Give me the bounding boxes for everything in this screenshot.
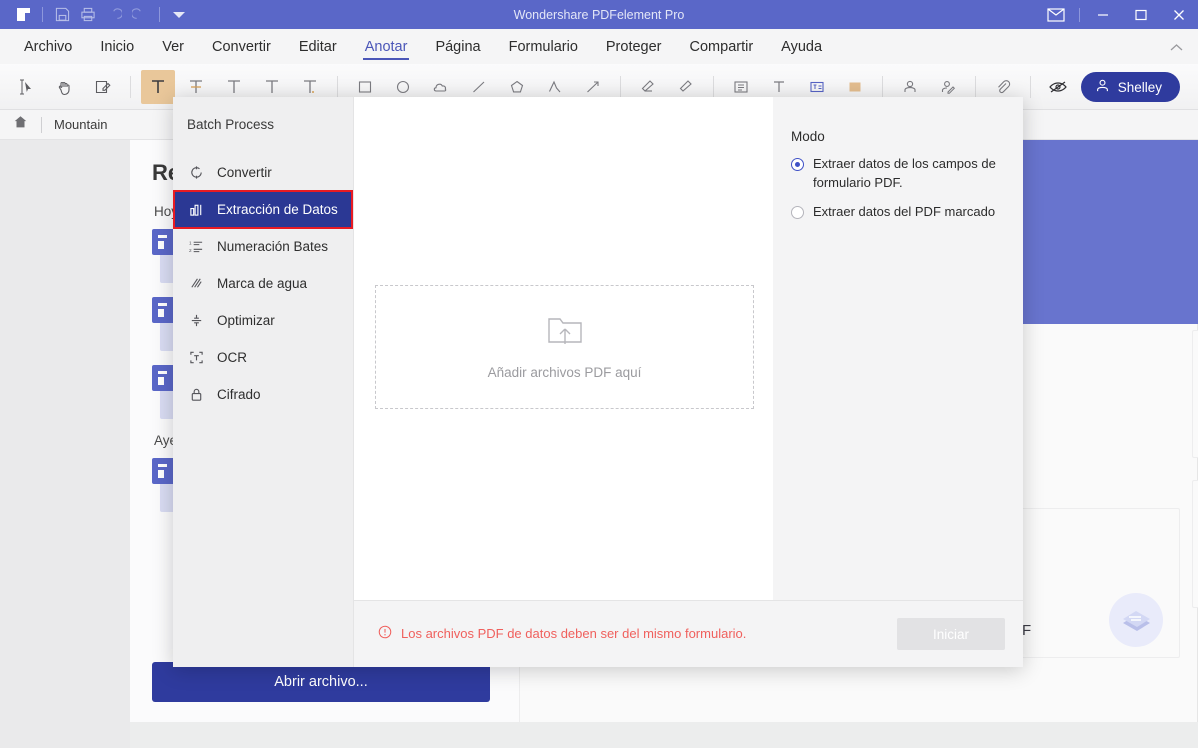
dialog-options-panel: Modo Extraer datos de los campos de form…	[774, 97, 1023, 600]
note-edit-icon[interactable]	[86, 70, 120, 104]
watermark-icon	[188, 275, 205, 292]
sidebar-item-label: Convertir	[217, 165, 272, 180]
encrypt-lock-icon	[188, 386, 205, 403]
dialog-title: Batch Process	[187, 117, 275, 132]
menu-item-convertir[interactable]: Convertir	[198, 29, 285, 64]
sidebar-item-convertir[interactable]: Convertir	[173, 154, 353, 191]
mode-option-label: Extraer datos de los campos de formulari…	[813, 156, 996, 190]
sidebar-item-label: OCR	[217, 350, 247, 365]
mode-option-form-fields[interactable]: Extraer datos de los campos de formulari…	[791, 155, 1023, 193]
menu-item-pagina[interactable]: Página	[421, 29, 494, 64]
select-cursor-icon[interactable]	[10, 70, 44, 104]
hide-comments-icon[interactable]	[1041, 70, 1075, 104]
warning-circle-icon	[378, 625, 392, 642]
bates-numbering-icon: 12	[188, 238, 205, 255]
tool-card-right-top[interactable]	[1192, 330, 1198, 458]
divider	[713, 75, 714, 98]
svg-text:2: 2	[189, 248, 192, 253]
dialog-main-panel: Añadir archivos PDF aquí	[354, 97, 773, 600]
dialog-footer: Los archivos PDF de datos deben ser del …	[354, 600, 1023, 667]
minimize-button[interactable]	[1084, 0, 1122, 29]
save-icon[interactable]	[49, 4, 75, 26]
menu-item-editar[interactable]: Editar	[285, 29, 351, 64]
radio-button[interactable]	[791, 205, 804, 219]
sidebar-item-cifrado[interactable]: Cifrado	[173, 376, 353, 413]
sidebar-item-marca-de-agua[interactable]: Marca de agua	[173, 265, 353, 302]
divider	[620, 75, 621, 98]
warning-text: Los archivos PDF de datos deben ser del …	[401, 626, 747, 641]
sidebar-item-extraccion-de-datos[interactable]: Extracción de Datos	[173, 190, 353, 229]
sidebar-item-label: Optimizar	[217, 313, 275, 328]
file-dropzone[interactable]: Añadir archivos PDF aquí	[375, 285, 754, 409]
menu-item-compartir[interactable]: Compartir	[676, 29, 768, 64]
data-extraction-icon	[188, 201, 205, 218]
menu-item-formulario[interactable]: Formulario	[495, 29, 592, 64]
sidebar-item-label: Extracción de Datos	[217, 202, 338, 217]
user-account-button[interactable]: Shelley	[1080, 72, 1180, 102]
mode-option-marked-pdf[interactable]: Extraer datos del PDF marcado	[791, 203, 1023, 222]
window-controls	[1037, 0, 1198, 29]
menu-item-inicio[interactable]: Inicio	[86, 29, 148, 64]
undo-icon[interactable]	[101, 4, 127, 26]
mail-icon[interactable]	[1037, 0, 1075, 29]
dialog-sidebar: Batch Process Convertir Extracción de Da…	[173, 97, 354, 667]
sidebar-item-label: Cifrado	[217, 387, 261, 402]
menu-item-ayuda[interactable]: Ayuda	[767, 29, 836, 64]
chevron-up-icon[interactable]	[1168, 39, 1184, 55]
divider	[1030, 75, 1031, 98]
ocr-icon	[188, 349, 205, 366]
pdf-templates-icon	[1109, 593, 1163, 647]
redo-icon[interactable]	[127, 4, 153, 26]
warning-message: Los archivos PDF de datos deben ser del …	[378, 625, 746, 642]
optimize-icon	[188, 312, 205, 329]
highlight-text-icon[interactable]	[141, 69, 175, 104]
divider	[42, 7, 43, 22]
sidebar-item-numeracion-bates[interactable]: 12 Numeración Bates	[173, 228, 353, 265]
hand-icon[interactable]	[48, 70, 82, 104]
application-window: Wondershare PDFelement Pro Archivo Inici…	[0, 0, 1198, 748]
user-icon	[1095, 78, 1110, 96]
menu-bar: Archivo Inicio Ver Convertir Editar Anot…	[0, 29, 1198, 64]
mode-section-title: Modo	[791, 129, 825, 144]
quick-access-toolbar	[0, 4, 192, 26]
home-icon[interactable]	[12, 114, 29, 135]
divider	[41, 116, 42, 133]
sidebar-item-label: Marca de agua	[217, 276, 308, 291]
dropzone-label: Añadir archivos PDF aquí	[487, 365, 642, 380]
breadcrumb-current[interactable]: Mountain	[54, 117, 107, 132]
sidebar-item-optimizar[interactable]: Optimizar	[173, 302, 353, 339]
menu-item-archivo[interactable]: Archivo	[10, 29, 86, 64]
svg-text:1: 1	[189, 241, 192, 246]
menu-item-ver[interactable]: Ver	[148, 29, 198, 64]
convert-icon	[188, 164, 205, 181]
divider	[159, 7, 160, 22]
divider	[130, 75, 131, 98]
divider	[1079, 7, 1080, 22]
batch-process-dialog: ✕ Batch Process Convertir Extracción de …	[173, 97, 1023, 667]
print-icon[interactable]	[75, 4, 101, 26]
user-name-label: Shelley	[1117, 79, 1162, 95]
quick-access-dropdown-icon[interactable]	[166, 4, 192, 26]
logo-icon	[10, 4, 36, 26]
tool-card-right-bottom[interactable]	[1192, 480, 1198, 608]
menu-item-proteger[interactable]: Proteger	[592, 29, 676, 64]
divider	[975, 75, 976, 98]
menu-item-anotar[interactable]: Anotar	[351, 29, 422, 64]
left-rail	[0, 140, 130, 748]
close-button[interactable]	[1160, 0, 1198, 29]
sidebar-item-label: Numeración Bates	[217, 239, 329, 254]
radio-button-selected[interactable]	[791, 158, 804, 171]
upload-folder-icon	[545, 314, 585, 353]
divider	[337, 75, 338, 98]
open-file-button[interactable]: Abrir archivo...	[152, 662, 490, 702]
divider	[882, 75, 883, 98]
maximize-button[interactable]	[1122, 0, 1160, 29]
mode-option-label: Extraer datos del PDF marcado	[813, 203, 996, 219]
sidebar-item-ocr[interactable]: OCR	[173, 339, 353, 376]
start-button[interactable]: Iniciar	[897, 618, 1005, 650]
dialog-sidebar-list: Convertir Extracción de Datos 12 Numerac…	[173, 154, 353, 413]
title-bar: Wondershare PDFelement Pro	[0, 0, 1198, 29]
